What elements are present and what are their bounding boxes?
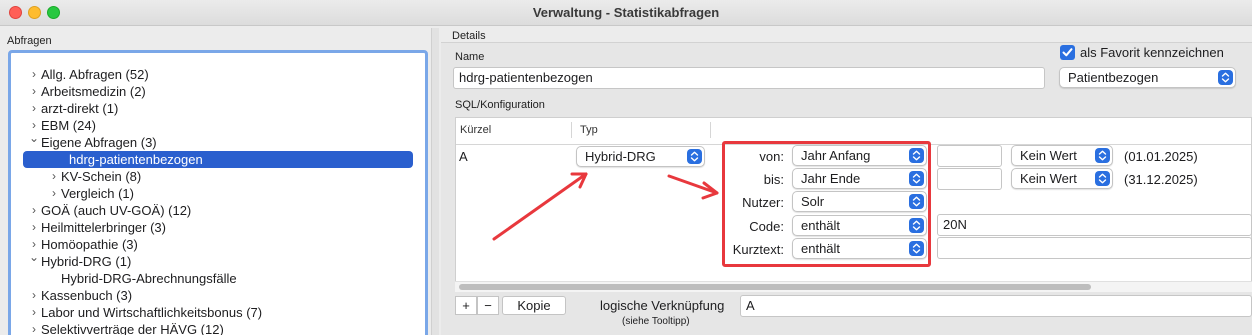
copy-button[interactable]: Kopie xyxy=(502,296,566,315)
add-row-button[interactable]: + xyxy=(455,296,477,315)
horizontal-scrollbar-thumb[interactable] xyxy=(459,284,1091,290)
arrow-to-params-icon xyxy=(667,174,719,195)
arrow-to-type-icon xyxy=(492,172,588,241)
logic-label: logische Verknüpfung xyxy=(600,298,725,313)
remove-row-button[interactable]: − xyxy=(477,296,499,315)
logic-hint: (siehe Tooltipp) xyxy=(622,316,690,327)
logic-field[interactable]: A xyxy=(740,295,1252,317)
